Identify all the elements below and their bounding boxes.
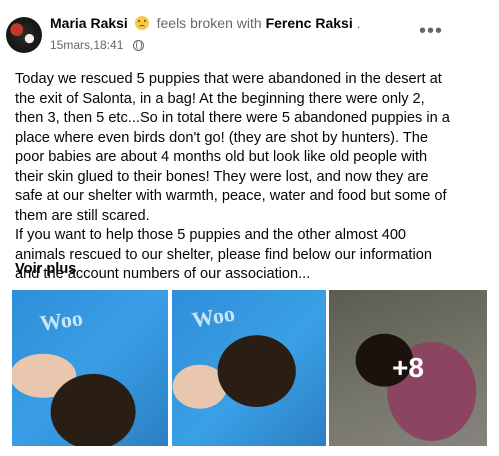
photo-3-more[interactable]: +8 — [329, 290, 487, 446]
more-photos-count: +8 — [392, 352, 424, 383]
post-paragraph: Today we rescued 5 puppies that were aba… — [15, 71, 450, 224]
globe-icon[interactable] — [132, 40, 144, 51]
more-photos-overlay[interactable]: +8 — [329, 290, 487, 446]
post-timestamp[interactable]: 15mars,18:41 — [50, 38, 123, 52]
sad-face-icon — [134, 16, 149, 30]
more-horizontal-icon[interactable]: ••• — [419, 21, 443, 41]
shirt-text: Woo — [38, 305, 85, 336]
author-line: Maria Raksi feels broken with Ferenc Rak… — [50, 15, 361, 31]
post-body: Today we rescued 5 puppies that were aba… — [15, 70, 455, 285]
post-meta: 15mars,18:41 — [50, 38, 144, 52]
post-paragraph: If you want to help those 5 puppies and … — [15, 227, 432, 282]
photo-grid: Woo Woo +8 — [12, 290, 487, 446]
tagged-name[interactable]: Ferenc Raksi — [266, 15, 353, 31]
photo-2[interactable]: Woo — [172, 290, 326, 446]
tagged-suffix: . — [356, 15, 361, 31]
photo-1[interactable]: Woo — [12, 290, 168, 446]
shirt-text: Woo — [190, 300, 237, 333]
author-name[interactable]: Maria Raksi — [50, 15, 128, 31]
post-header: Maria Raksi feels broken with Ferenc Rak… — [0, 0, 499, 62]
see-more-link[interactable]: Voir plus — [15, 261, 76, 277]
author-avatar[interactable] — [6, 17, 42, 53]
feeling-text: feels broken with — [156, 15, 262, 31]
